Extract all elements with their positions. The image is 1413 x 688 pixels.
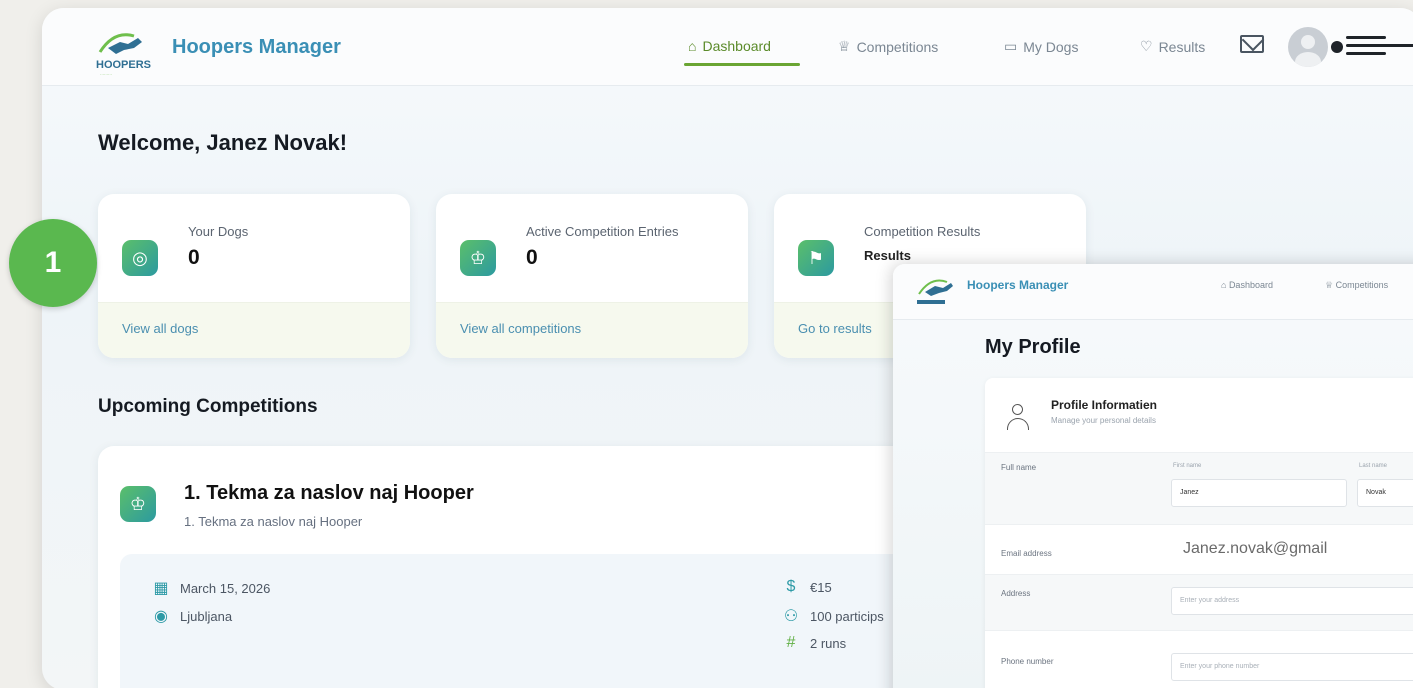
mail-icon[interactable] [1240, 35, 1264, 53]
top-navbar: HOOPERS ········· Hoopers Manager ⌂ Dash… [42, 8, 1413, 86]
stat-card-entries: ♔ Active Competition Entries 0 View all … [436, 194, 748, 358]
stat-label: Your Dogs [188, 224, 249, 239]
stat-value: Results [864, 248, 911, 263]
nav-results[interactable]: ♡ Results [1140, 38, 1205, 55]
last-name-label: Last name [1359, 463, 1388, 469]
phone-label: Phone number [1001, 657, 1054, 666]
profile-section-title: Profile Informatien [1051, 398, 1158, 412]
competition-runs: # 2 runs [782, 634, 847, 652]
active-tab-indicator [684, 63, 800, 66]
award-icon: ♡ [1140, 38, 1153, 54]
competition-location: ◉ Ljubljana [152, 606, 232, 626]
profile-nav-dashboard[interactable]: ⌂ Dashboard [1221, 280, 1273, 290]
nav-results-label: Results [1158, 38, 1206, 55]
full-name-label: Full name [1001, 463, 1037, 472]
profile-title: My Profile [985, 336, 1081, 358]
address-input[interactable]: Enter your address [1171, 587, 1413, 615]
stat-label: Active Competition Entries [526, 224, 679, 239]
dog-icon: ▭ [1004, 38, 1018, 54]
svg-text:·········: ········· [100, 72, 112, 77]
competition-subtitle: 1. Tekma za naslov naj Hooper [184, 514, 363, 529]
nav-competitions[interactable]: ♕ Competitions [838, 38, 938, 55]
profile-navbar: Hoopers Manager ⌂ Dashboard ♕ Competitio… [893, 264, 1413, 320]
calendar-icon: ▦ [153, 580, 169, 597]
full-name-row: Full name First name Janez Last name Nov… [985, 452, 1413, 524]
welcome-heading: Welcome, Janez Novak! [98, 130, 348, 155]
email-input[interactable]: Janez.novak@gmail [1171, 528, 1413, 574]
address-label: Address [1001, 589, 1031, 598]
first-name-label: First name [1173, 463, 1202, 469]
profile-panel: Hoopers Manager ⌂ Dashboard ♕ Competitio… [893, 264, 1413, 688]
nav-my-dogs[interactable]: ▭ My Dogs [1004, 38, 1078, 55]
competition-title[interactable]: 1. Tekma za naslov naj Hooper [184, 482, 474, 505]
competition-participants: ⚇ 100 particips [783, 608, 884, 625]
apple-icon: ◎ [122, 240, 158, 276]
trophy-icon: ♕ [838, 38, 851, 54]
competition-fee: $ €15 [782, 578, 832, 596]
phone-input[interactable]: Enter your phone number [1171, 653, 1413, 681]
app-title[interactable]: Hoopers Manager [172, 36, 341, 59]
location-pin-icon: ◉ [154, 608, 168, 625]
stat-value: 0 [188, 246, 200, 269]
profile-section-subtitle: Manage your personal details [1051, 416, 1156, 425]
hoopers-logo[interactable]: HOOPERS ········· [94, 22, 152, 78]
first-name-input[interactable]: Janez [1171, 479, 1347, 507]
upcoming-competitions-heading: Upcoming Competitions [98, 396, 318, 417]
nav-dashboard[interactable]: ⌂ Dashboard [688, 38, 771, 54]
logo-text: HOOPERS [96, 59, 151, 71]
competition-details: ▦ March 15, 2026 ◉ Ljubljana $ €15 ⚇ 100… [120, 554, 978, 688]
avatar[interactable] [1288, 27, 1328, 67]
dollar-icon: $ [786, 578, 796, 595]
profile-nav-competitions[interactable]: ♕ Competitions [1325, 280, 1388, 291]
trophy-icon: ♔ [120, 486, 156, 522]
competition-date: ▦ March 15, 2026 [153, 580, 271, 597]
stat-value: 0 [526, 246, 538, 269]
user-icon [1007, 404, 1029, 436]
address-row: Address Enter your address [985, 574, 1413, 630]
home-icon: ⌂ [688, 38, 697, 54]
stat-card-dogs: ◎ Your Dogs 0 View all dogs [98, 194, 410, 358]
hoopers-logo-small[interactable] [915, 272, 961, 312]
menu-dot [1331, 41, 1343, 53]
competition-card[interactable]: ♔ 1. Tekma za naslov naj Hooper 1. Tekma… [98, 446, 978, 688]
trophy-icon: ♔ [460, 240, 496, 276]
nav-competitions-label: Competitions [856, 38, 939, 55]
menu-icon[interactable] [1346, 36, 1413, 60]
nav-my-dogs-label: My Dogs [1023, 38, 1079, 55]
medal-icon: ⚑ [798, 240, 834, 276]
view-all-competitions-link[interactable]: View all competitions [436, 302, 748, 358]
profile-app-title[interactable]: Hoopers Manager [967, 278, 1068, 292]
step-number-badge: 1 [9, 219, 97, 307]
last-name-input[interactable]: Novak [1357, 479, 1413, 507]
users-icon: ⚇ [783, 608, 799, 625]
nav-dashboard-label: Dashboard [702, 38, 771, 54]
hash-icon: # [786, 634, 796, 651]
stat-label: Competition Results [864, 224, 981, 239]
view-all-dogs-link[interactable]: View all dogs [98, 302, 410, 358]
phone-row: Phone number Enter your phone number [985, 630, 1413, 688]
email-label: Email address [1001, 549, 1052, 558]
